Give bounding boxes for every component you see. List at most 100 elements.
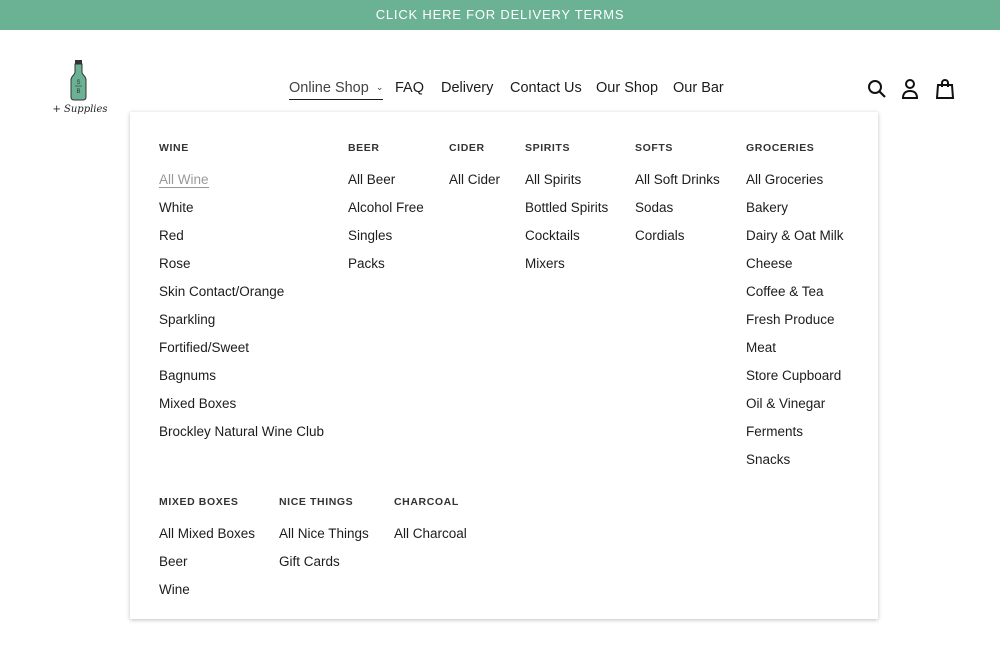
- menu-item[interactable]: Cordials: [635, 228, 720, 256]
- menu-item-label: Beer: [159, 554, 188, 569]
- menu-item[interactable]: Skin Contact/Orange: [159, 284, 324, 312]
- menu-item-label: All Cider: [449, 172, 501, 187]
- svg-text:S: S: [76, 80, 80, 86]
- nav-our-shop[interactable]: Our Shop: [596, 80, 658, 96]
- menu-item-label: All Charcoal: [394, 526, 467, 541]
- menu-item-label: Red: [159, 228, 184, 243]
- menu-column-heading: GROCERIES: [746, 142, 815, 154]
- menu-item[interactable]: Meat: [746, 340, 844, 368]
- menu-item[interactable]: Sodas: [635, 200, 720, 228]
- menu-column-heading: CIDER: [449, 142, 485, 154]
- menu-item-label: Bakery: [746, 200, 789, 215]
- chevron-down-icon: ⌄: [375, 82, 384, 92]
- account-icon[interactable]: [899, 78, 921, 100]
- menu-item[interactable]: Bagnums: [159, 368, 324, 396]
- menu-item[interactable]: Snacks: [746, 452, 844, 480]
- menu-item-label: All Spirits: [525, 172, 582, 187]
- menu-column-heading: SOFTS: [635, 142, 674, 154]
- menu-item[interactable]: Wine: [159, 582, 255, 610]
- menu-item[interactable]: Brockley Natural Wine Club: [159, 424, 324, 452]
- menu-item-label: Brockley Natural Wine Club: [159, 424, 325, 439]
- menu-item[interactable]: Coffee & Tea: [746, 284, 844, 312]
- menu-item[interactable]: Mixed Boxes: [159, 396, 324, 424]
- menu-item-label: Alcohol Free: [348, 200, 424, 215]
- menu-column-groceries: GROCERIES All Groceries Bakery Dairy & Oat …: [746, 142, 844, 480]
- menu-item[interactable]: All Cider: [449, 172, 500, 200]
- menu-item[interactable]: White: [159, 200, 324, 228]
- search-icon[interactable]: [866, 78, 888, 100]
- menu-item-label: Dairy & Oat Milk: [746, 228, 844, 243]
- menu-column-heading: SPIRITS: [525, 142, 571, 154]
- menu-item-label: Store Cupboard: [746, 368, 842, 383]
- menu-item[interactable]: Ferments: [746, 424, 844, 452]
- menu-item-label: Skin Contact/Orange: [159, 284, 285, 299]
- menu-item[interactable]: Packs: [348, 256, 424, 284]
- menu-item-label: White: [159, 200, 194, 215]
- menu-item-label: All Wine: [159, 172, 209, 188]
- menu-column-heading: WINE: [159, 142, 189, 154]
- nav-label: Online Shop: [289, 80, 369, 96]
- menu-column-heading: CHARCOAL: [394, 496, 459, 508]
- menu-item-label: Singles: [348, 228, 393, 243]
- bottle-logo-icon: S B + Supplies: [52, 60, 108, 115]
- menu-item[interactable]: Oil & Vinegar: [746, 396, 844, 424]
- menu-column-spirits: SPIRITS All Spirits Bottled Spirits Cocktai…: [525, 142, 608, 284]
- menu-item[interactable]: Singles: [348, 228, 424, 256]
- menu-item[interactable]: Bakery: [746, 200, 844, 228]
- svg-text:B: B: [76, 89, 80, 95]
- menu-item[interactable]: Cocktails: [525, 228, 608, 256]
- menu-item-label: All Groceries: [746, 172, 824, 187]
- menu-column-mixed-boxes: MIXED BOXES All Mixed Boxes Beer Wine: [159, 496, 255, 610]
- nav-faq[interactable]: FAQ: [395, 80, 424, 96]
- menu-item-label: Bottled Spirits: [525, 200, 609, 215]
- menu-column-heading: NICE THINGS: [279, 496, 354, 508]
- delivery-terms-banner[interactable]: CLICK HERE FOR DELIVERY TERMS: [0, 0, 1000, 30]
- nav-contact-us[interactable]: Contact Us: [510, 80, 582, 96]
- menu-item-label: Cocktails: [525, 228, 580, 243]
- menu-item-label: All Nice Things: [279, 526, 369, 541]
- menu-item[interactable]: All Groceries: [746, 172, 844, 200]
- menu-item[interactable]: Beer: [159, 554, 255, 582]
- menu-item[interactable]: Red: [159, 228, 324, 256]
- menu-item[interactable]: Alcohol Free: [348, 200, 424, 228]
- menu-item[interactable]: Fresh Produce: [746, 312, 844, 340]
- menu-item-label: Cheese: [746, 256, 793, 271]
- menu-item-label: Sodas: [635, 200, 674, 215]
- menu-item[interactable]: All Nice Things: [279, 526, 369, 554]
- menu-item[interactable]: All Wine: [159, 172, 324, 200]
- menu-item[interactable]: Store Cupboard: [746, 368, 844, 396]
- menu-item[interactable]: Fortified/Sweet: [159, 340, 324, 368]
- menu-item[interactable]: Dairy & Oat Milk: [746, 228, 844, 256]
- menu-item-label: Sparkling: [159, 312, 216, 327]
- menu-item-label: Ferments: [746, 424, 804, 439]
- menu-item[interactable]: All Charcoal: [394, 526, 467, 554]
- menu-item-label: Fresh Produce: [746, 312, 835, 327]
- menu-column-heading: MIXED BOXES: [159, 496, 239, 508]
- svg-text:+ Supplies: + Supplies: [52, 104, 107, 115]
- cart-icon[interactable]: [934, 78, 956, 100]
- menu-item[interactable]: Rose: [159, 256, 324, 284]
- menu-item[interactable]: All Soft Drinks: [635, 172, 720, 200]
- nav-our-bar[interactable]: Our Bar: [673, 80, 724, 96]
- online-shop-mega-menu: WINE All Wine White Red Rose Skin Contact/Ora…: [130, 112, 878, 619]
- menu-item[interactable]: Mixers: [525, 256, 608, 284]
- nav-online-shop[interactable]: Online Shop ⌄: [289, 80, 384, 100]
- menu-item[interactable]: Bottled Spirits: [525, 200, 608, 228]
- menu-item-label: Cordials: [635, 228, 685, 243]
- menu-item-label: Mixed Boxes: [159, 396, 237, 411]
- menu-item[interactable]: All Mixed Boxes: [159, 526, 255, 554]
- menu-column-charcoal: CHARCOAL All Charcoal: [394, 496, 467, 554]
- menu-column-beer: BEER All Beer Alcohol Free Singles Packs: [348, 142, 424, 284]
- menu-item-label: All Mixed Boxes: [159, 526, 256, 541]
- menu-item[interactable]: All Spirits: [525, 172, 608, 200]
- menu-item[interactable]: Sparkling: [159, 312, 324, 340]
- menu-column-softs: SOFTS All Soft Drinks Sodas Cordials: [635, 142, 720, 256]
- menu-item-label: All Soft Drinks: [635, 172, 720, 187]
- menu-item-label: All Beer: [348, 172, 396, 187]
- menu-item[interactable]: All Beer: [348, 172, 424, 200]
- logo[interactable]: S B + Supplies: [48, 60, 112, 120]
- menu-item[interactable]: Gift Cards: [279, 554, 369, 582]
- nav-delivery[interactable]: Delivery: [441, 80, 493, 96]
- menu-item[interactable]: Cheese: [746, 256, 844, 284]
- menu-item-label: Rose: [159, 256, 191, 271]
